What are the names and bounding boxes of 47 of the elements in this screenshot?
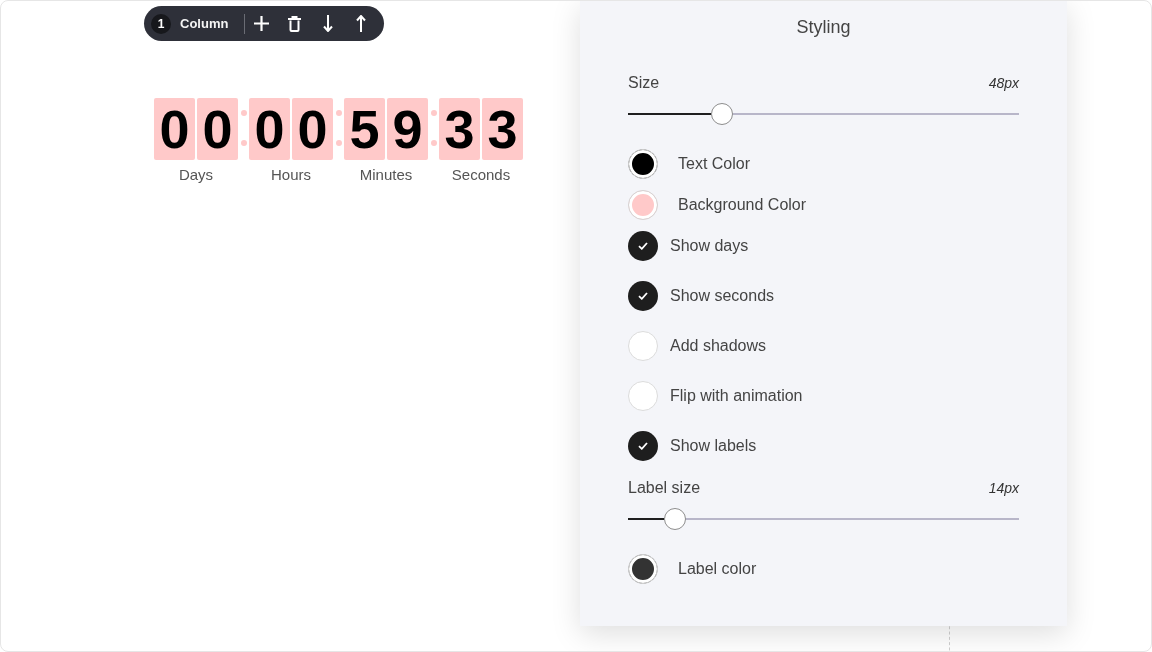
color-swatch[interactable] (628, 553, 658, 584)
digit-tile: 0 (197, 98, 238, 160)
unit-label: Seconds (451, 166, 511, 184)
color-label: Background Color (678, 195, 807, 214)
digit-tile: 3 (482, 98, 523, 160)
panel-title: Styling (796, 17, 851, 37)
colon-separator-icon (240, 110, 247, 146)
digit-tile: 0 (292, 98, 333, 160)
unit-label: Hours (271, 166, 311, 184)
check-icon (638, 441, 648, 450)
digit-tile: 9 (387, 98, 428, 160)
check-icon (638, 241, 648, 250)
checkbox[interactable] (628, 230, 658, 261)
checkbox[interactable] (628, 380, 658, 411)
digit-tile: 3 (439, 98, 480, 160)
digit-tile: 0 (154, 98, 195, 160)
checkbox-label: Show days (670, 236, 749, 255)
check-icon (638, 291, 648, 300)
arrow-up-icon (355, 15, 366, 32)
trash-icon (288, 15, 302, 32)
checkbox[interactable] (628, 430, 658, 461)
checkbox-label: Show labels (670, 436, 757, 455)
arrow-down-icon (322, 15, 333, 32)
unit-label: Days (178, 166, 214, 184)
slider-thumb[interactable] (710, 103, 733, 125)
checkbox-label: Flip with animation (670, 386, 803, 405)
digit-tile: 5 (344, 98, 385, 160)
color-label: Text Color (678, 154, 751, 173)
colon-separator-icon (430, 110, 437, 146)
slider-value: 14px (988, 480, 1019, 496)
plus-icon (254, 16, 270, 31)
slider-thumb[interactable] (663, 508, 686, 530)
color-swatch[interactable] (628, 148, 658, 179)
color-label: Label color (678, 559, 757, 578)
column-label: Column (180, 16, 229, 31)
slider-value: 48px (988, 75, 1019, 91)
checkbox-label: Show seconds (670, 286, 775, 305)
slider-label: Size (628, 74, 660, 92)
color-swatch[interactable] (628, 189, 658, 220)
unit-label: Minutes (359, 166, 413, 184)
checkbox[interactable] (628, 330, 658, 361)
checkbox[interactable] (628, 280, 658, 311)
slider-label: Label size (628, 479, 701, 497)
column-number-badge: 1 (151, 13, 171, 34)
colon-separator-icon (335, 110, 342, 146)
digit-tile: 0 (249, 98, 290, 160)
checkbox-label: Add shadows (670, 336, 767, 355)
